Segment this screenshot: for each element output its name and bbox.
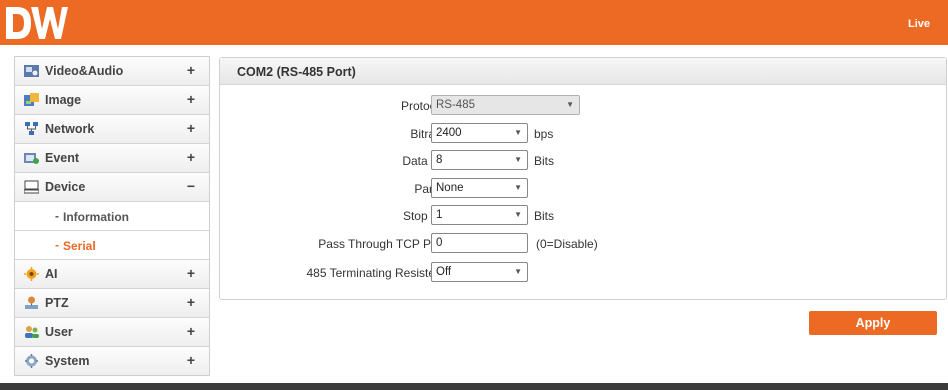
terminating-label: 485 Terminating Resisters [306, 266, 445, 280]
data-bit-value: 8 [436, 154, 443, 166]
system-icon [25, 354, 38, 368]
sidebar-item-label: Event [45, 151, 80, 165]
panel-title: COM2 (RS-485 Port) [237, 65, 356, 79]
chevron-down-icon: ▼ [514, 183, 522, 192]
live-link[interactable]: Live [908, 18, 930, 30]
expand-toggle[interactable]: + [187, 323, 195, 339]
apply-button[interactable]: Apply [809, 311, 937, 335]
sidebar-item-system[interactable]: System + [15, 347, 209, 375]
top-bar: Live [0, 0, 948, 45]
sidebar-item-image[interactable]: Image + [15, 86, 209, 115]
bitrate-row: Bitrate 2400 ▼ bps [220, 123, 946, 145]
network-icon [25, 122, 38, 135]
expand-toggle[interactable]: + [187, 149, 195, 165]
terminating-row: 485 Terminating Resisters Off ▼ [220, 262, 946, 284]
chevron-down-icon: ▼ [566, 100, 574, 109]
stop-bit-unit: Bits [534, 209, 555, 223]
sidebar-item-video-audio[interactable]: Video&Audio + [15, 57, 209, 86]
video-audio-icon [24, 65, 39, 77]
panel-header: COM2 (RS-485 Port) [220, 58, 946, 85]
stop-bit-row: Stop Bit 1 ▼ Bits [220, 205, 946, 227]
sidebar-subitem-serial[interactable]: - Serial [15, 231, 209, 260]
terminating-select[interactable]: Off ▼ [431, 262, 528, 282]
bitrate-value: 2400 [436, 127, 462, 139]
chevron-down-icon: ▼ [514, 210, 522, 219]
parity-row: Parity None ▼ [220, 178, 946, 200]
terminating-value: Off [436, 266, 452, 278]
data-bit-row: Data Bit 8 ▼ Bits [220, 150, 946, 172]
stop-bit-value: 1 [436, 209, 443, 221]
bullet: - [55, 209, 59, 223]
sidebar-subitem-information[interactable]: - Information [15, 202, 209, 231]
tcp-port-value: 0 [436, 237, 443, 249]
expand-toggle[interactable]: + [187, 120, 195, 136]
serial-settings-panel: COM2 (RS-485 Port) Protocol RS-485 ▼ Bit… [219, 57, 947, 300]
image-icon [24, 93, 39, 106]
data-bit-select[interactable]: 8 ▼ [431, 150, 528, 170]
dw-logo[interactable] [2, 4, 68, 42]
expand-toggle[interactable]: + [187, 62, 195, 78]
stop-bit-select[interactable]: 1 ▼ [431, 205, 528, 225]
protocol-row: Protocol RS-485 ▼ [220, 95, 946, 117]
sidebar-item-network[interactable]: Network + [15, 115, 209, 144]
tcp-port-row: Pass Through TCP Port 0 (0=Disable) [220, 233, 946, 255]
sidebar-item-label: Network [45, 122, 95, 136]
ptz-icon [25, 296, 38, 309]
sidebar-menu: Video&Audio + Image + Network + Event + … [14, 56, 210, 376]
sidebar-item-user[interactable]: User + [15, 318, 209, 347]
bitrate-select[interactable]: 2400 ▼ [431, 123, 528, 143]
expand-toggle[interactable]: + [187, 91, 195, 107]
chevron-down-icon: ▼ [514, 155, 522, 164]
tcp-port-hint: (0=Disable) [536, 237, 598, 251]
sidebar-item-device[interactable]: Device − [15, 173, 209, 202]
bottom-bar [0, 383, 948, 390]
chevron-down-icon: ▼ [514, 267, 522, 276]
sidebar-item-ai[interactable]: AI + [15, 260, 209, 289]
sidebar-subitem-label: Serial [63, 239, 96, 253]
sidebar-item-label: Image [45, 93, 82, 107]
ai-icon [24, 267, 39, 281]
user-icon [25, 326, 39, 338]
sidebar-item-label: Device [45, 180, 86, 194]
expand-toggle[interactable]: + [187, 265, 195, 281]
parity-value: None [436, 182, 464, 194]
event-icon [24, 153, 39, 164]
sidebar-subitem-label: Information [63, 210, 129, 224]
sidebar-item-label: PTZ [45, 296, 69, 310]
data-bit-unit: Bits [534, 154, 555, 168]
protocol-value: RS-485 [436, 99, 475, 111]
tcp-port-label: Pass Through TCP Port [318, 237, 445, 251]
device-icon [24, 180, 39, 194]
sidebar-item-label: Video&Audio [45, 64, 124, 78]
sidebar-item-label: User [45, 325, 73, 339]
expand-toggle[interactable]: + [187, 352, 195, 368]
bitrate-unit: bps [534, 127, 554, 141]
sidebar-item-label: AI [45, 267, 58, 281]
bullet: - [55, 238, 59, 252]
sidebar-item-event[interactable]: Event + [15, 144, 209, 173]
collapse-toggle[interactable]: − [187, 178, 195, 194]
protocol-select[interactable]: RS-485 ▼ [431, 95, 580, 115]
parity-select[interactable]: None ▼ [431, 178, 528, 198]
expand-toggle[interactable]: + [187, 294, 195, 310]
sidebar-item-label: System [45, 354, 90, 368]
sidebar-item-ptz[interactable]: PTZ + [15, 289, 209, 318]
chevron-down-icon: ▼ [514, 128, 522, 137]
tcp-port-input[interactable]: 0 [431, 233, 528, 253]
